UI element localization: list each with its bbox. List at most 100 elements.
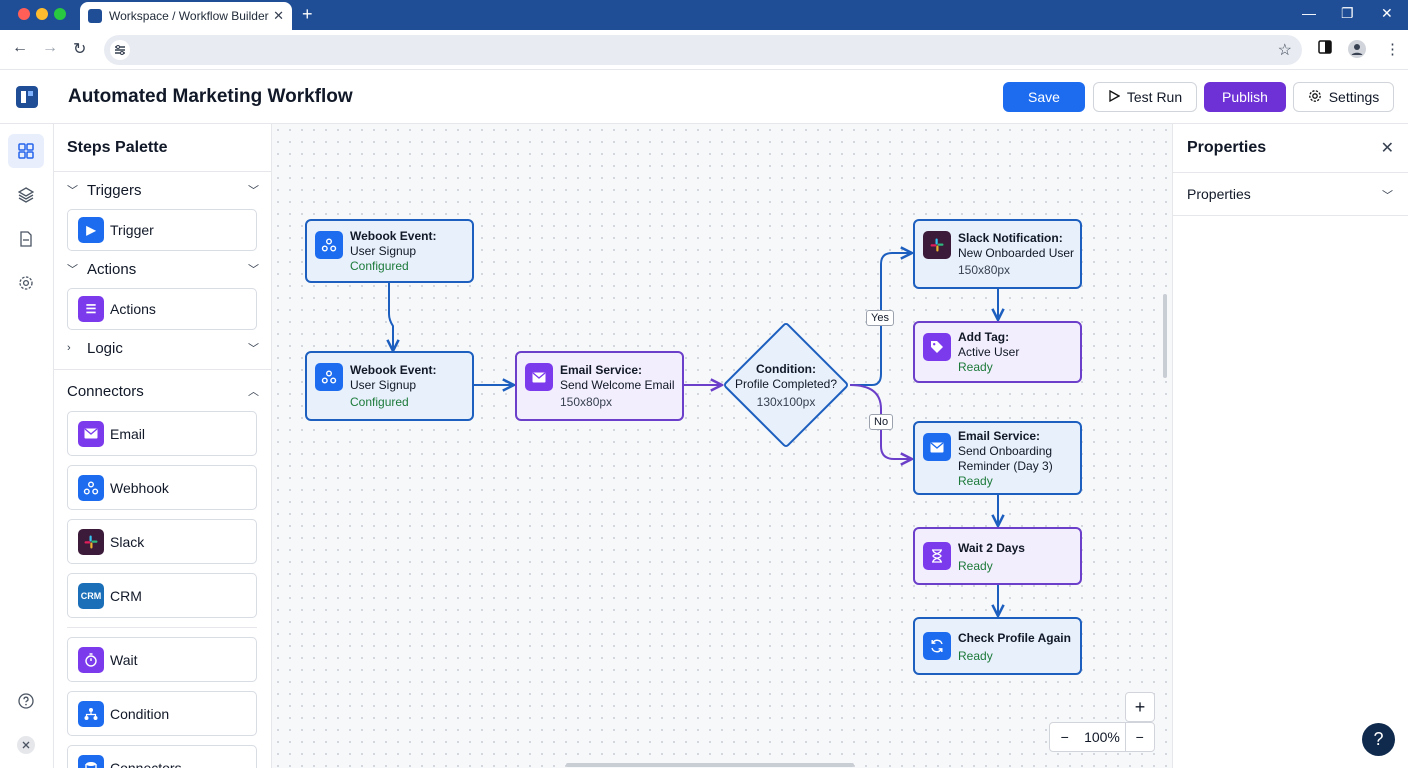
help-button[interactable]: ? bbox=[1362, 723, 1395, 756]
node-title: Email Service: bbox=[560, 363, 643, 377]
chevron-down-icon: ﹀ bbox=[1382, 190, 1393, 202]
section-triggers[interactable]: ﹀ Triggers ﹀ bbox=[67, 179, 259, 201]
palette-item-crm[interactable]: CRM CRM bbox=[67, 573, 257, 618]
palette-item-wait[interactable]: Wait bbox=[67, 637, 257, 682]
vertical-scrollbar[interactable] bbox=[1163, 294, 1167, 378]
hourglass-icon bbox=[923, 542, 951, 570]
site-info-icon[interactable] bbox=[110, 40, 130, 60]
help-circle-icon[interactable] bbox=[8, 684, 44, 718]
section-actions[interactable]: ﹀ Actions ﹀ bbox=[67, 258, 259, 280]
node-condition-text: Condition: Profile Completed? 130x100px bbox=[721, 362, 851, 410]
chevron-down-icon: ﹀ bbox=[248, 343, 259, 355]
node-webhook-event-1[interactable]: Webook Event: User Signup Configured bbox=[305, 219, 474, 283]
back-icon[interactable]: ← bbox=[12, 39, 28, 57]
workflow-canvas[interactable]: Webook Event: User Signup Configured Web… bbox=[272, 124, 1172, 768]
section-label: Logic bbox=[87, 339, 123, 357]
palette-item-email[interactable]: Email bbox=[67, 411, 257, 456]
palette-item-label: Webhook bbox=[110, 479, 169, 496]
slack-icon bbox=[923, 231, 951, 259]
profile-icon[interactable] bbox=[1348, 40, 1366, 62]
section-connectors[interactable]: Connectors ︿ bbox=[67, 380, 259, 402]
node-title: Wait 2 Days bbox=[958, 541, 1025, 555]
browser-tab[interactable]: Workspace / Workflow Builder ✕ bbox=[80, 2, 292, 30]
address-bar[interactable]: ☆ bbox=[104, 35, 1302, 65]
node-title: Check Profile Again bbox=[958, 631, 1071, 645]
grid-icon[interactable] bbox=[8, 134, 44, 168]
properties-section[interactable]: Properties ﹀ bbox=[1173, 172, 1408, 216]
new-tab-button[interactable]: + bbox=[302, 4, 313, 25]
palette-item-actions[interactable]: ☰ Actions bbox=[67, 288, 257, 330]
minimize-window-dot[interactable] bbox=[36, 8, 48, 20]
palette-item-connectors[interactable]: Connectors bbox=[67, 745, 257, 768]
layers-icon[interactable] bbox=[8, 178, 44, 212]
app-logo[interactable] bbox=[0, 70, 54, 124]
node-subtitle: User Signup bbox=[350, 378, 417, 392]
reload-icon[interactable]: ↻ bbox=[73, 39, 86, 59]
horizontal-scrollbar[interactable] bbox=[566, 763, 854, 767]
node-text: Wait 2 Days Ready bbox=[958, 541, 1025, 574]
crm-icon: CRM bbox=[78, 582, 104, 609]
forward-icon[interactable]: → bbox=[42, 39, 58, 57]
node-size: 130x100px bbox=[756, 395, 816, 409]
node-title: Slack Notification: bbox=[958, 231, 1063, 245]
divider bbox=[54, 369, 271, 370]
palette-item-label: CRM bbox=[110, 587, 142, 604]
browser-menu-icon[interactable]: ⋮ bbox=[1385, 40, 1400, 58]
edge-webhook-to-webhook bbox=[389, 283, 393, 351]
app-header: Automated Marketing Workflow Save Test R… bbox=[0, 70, 1408, 124]
sidebar-toggle-icon[interactable] bbox=[1318, 40, 1332, 58]
play-icon bbox=[1108, 89, 1121, 105]
extensions-icon[interactable] bbox=[8, 728, 44, 762]
node-text: Email Service: Send Onboarding Reminder … bbox=[958, 429, 1053, 489]
palette-item-condition[interactable]: Condition bbox=[67, 691, 257, 736]
steps-palette: Steps Palette ﹀ Triggers ﹀ ▶ Trigger ﹀ A… bbox=[54, 124, 272, 768]
node-webhook-event-2[interactable]: Webook Event: User Signup Configured bbox=[305, 351, 474, 421]
save-button[interactable]: Save bbox=[1003, 82, 1085, 112]
properties-title: Properties bbox=[1187, 139, 1267, 156]
zoom-control: − 100% − bbox=[1049, 722, 1155, 752]
window-restore-icon[interactable]: ❐ bbox=[1341, 5, 1354, 22]
properties-panel: Properties ✕ Properties ﹀ bbox=[1172, 124, 1408, 768]
chevron-down-icon: ﹀ bbox=[248, 264, 259, 276]
tab-title: Workspace / Workflow Builder bbox=[109, 9, 269, 23]
close-window-dot[interactable] bbox=[18, 8, 30, 20]
settings-button[interactable]: Settings bbox=[1293, 82, 1394, 112]
file-icon[interactable] bbox=[8, 222, 44, 256]
node-text: Webook Event: User Signup Configured bbox=[350, 229, 436, 274]
zoom-out-left-button[interactable]: − bbox=[1050, 729, 1079, 745]
window-minimize-icon[interactable]: — bbox=[1302, 5, 1316, 21]
test-run-button[interactable]: Test Run bbox=[1093, 82, 1197, 112]
node-add-tag[interactable]: Add Tag: Active User Ready bbox=[913, 321, 1082, 383]
palette-item-label: Email bbox=[110, 425, 146, 442]
node-status: Configured bbox=[350, 395, 409, 409]
list-icon: ☰ bbox=[78, 296, 104, 322]
publish-button[interactable]: Publish bbox=[1204, 82, 1286, 112]
browser-toolbar: ← → ↻ ☆ ⋮ bbox=[0, 30, 1408, 70]
divider bbox=[54, 171, 271, 172]
tab-favicon-icon bbox=[88, 9, 102, 23]
tab-close-icon[interactable]: ✕ bbox=[273, 8, 284, 24]
zoom-in-button[interactable]: + bbox=[1125, 692, 1155, 722]
star-icon[interactable]: ☆ bbox=[1278, 40, 1292, 60]
node-check-profile[interactable]: Check Profile Again Ready bbox=[913, 617, 1082, 675]
rail-settings-icon[interactable] bbox=[8, 266, 44, 300]
node-slack-notification[interactable]: Slack Notification: New Onboarded User 1… bbox=[913, 219, 1082, 289]
palette-item-webhook[interactable]: Webhook bbox=[67, 465, 257, 510]
properties-section-label: Properties bbox=[1187, 186, 1251, 202]
section-logic[interactable]: › Logic ﹀ bbox=[67, 337, 259, 359]
section-label: Triggers bbox=[87, 181, 142, 199]
node-wait[interactable]: Wait 2 Days Ready bbox=[913, 527, 1082, 585]
node-email-welcome[interactable]: Email Service: Send Welcome Email 150x80… bbox=[515, 351, 684, 421]
window-close-icon[interactable]: ✕ bbox=[1381, 5, 1393, 22]
palette-item-slack[interactable]: Slack bbox=[67, 519, 257, 564]
close-icon[interactable]: ✕ bbox=[1381, 138, 1394, 158]
divider bbox=[67, 627, 257, 628]
node-email-reminder[interactable]: Email Service: Send Onboarding Reminder … bbox=[913, 421, 1082, 495]
zoom-window-dot[interactable] bbox=[54, 8, 66, 20]
zoom-out-button[interactable]: − bbox=[1124, 722, 1154, 752]
node-text: Webook Event: User Signup Configured bbox=[350, 363, 436, 410]
hierarchy-icon bbox=[78, 700, 104, 727]
node-subtitle: Reminder (Day 3) bbox=[958, 459, 1053, 473]
play-icon: ▶ bbox=[78, 217, 104, 243]
palette-item-trigger[interactable]: ▶ Trigger bbox=[67, 209, 257, 251]
